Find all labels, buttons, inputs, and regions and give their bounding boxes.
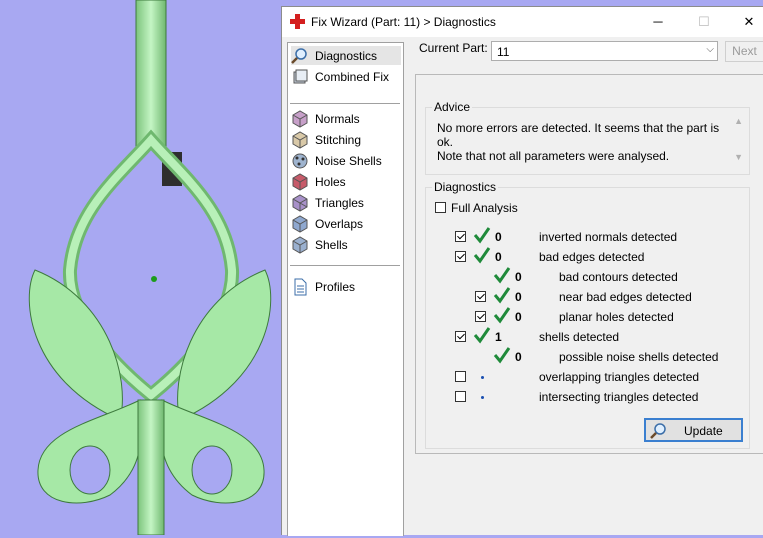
row-count: 0 <box>515 350 522 364</box>
row-checkbox[interactable] <box>455 231 466 242</box>
row-count: 0 <box>515 270 522 284</box>
nav-label: Overlaps <box>315 216 364 231</box>
row-checkbox[interactable] <box>475 311 486 322</box>
nav-divider <box>290 103 400 104</box>
nav-label: Combined Fix <box>315 69 390 84</box>
row-checkbox[interactable] <box>455 371 466 382</box>
row-count: 0 <box>495 230 502 244</box>
nav-label: Triangles <box>315 195 364 210</box>
full-analysis-checkbox[interactable] <box>435 202 446 213</box>
magnifier-icon <box>291 47 307 64</box>
green-check-icon <box>493 287 511 304</box>
nav-item-triangles[interactable]: Triangles <box>291 193 401 212</box>
update-label: Update <box>684 424 723 438</box>
row-checkbox[interactable] <box>455 251 466 262</box>
advice-line: No more errors are detected. It seems th… <box>437 121 720 149</box>
nav-item-profiles[interactable]: Profiles <box>291 277 401 296</box>
scroll-up-icon[interactable]: ▲ <box>734 116 743 126</box>
green-check-icon <box>473 327 491 344</box>
diagnostics-group: Diagnostics Full Analysis 0 inverted nor… <box>425 180 750 449</box>
nav-divider <box>290 265 400 266</box>
row-checkbox[interactable] <box>475 291 486 302</box>
fix-wizard-dialog: Fix Wizard (Part: 11) > Diagnostics ─ ☐ … <box>281 6 763 536</box>
minimize-button[interactable]: ─ <box>643 11 673 33</box>
window-title: Fix Wizard (Part: 11) > Diagnostics <box>311 15 496 29</box>
document-icon <box>294 278 307 295</box>
advice-group: Advice No more errors are detected. It s… <box>425 100 750 175</box>
nav-label: Noise Shells <box>315 153 382 168</box>
wizard-nav-panel: Diagnostics Combined Fix Normals Stitchi… <box>287 42 404 536</box>
row-checkbox[interactable] <box>455 331 466 342</box>
status-dot-icon <box>481 376 484 379</box>
nav-label: Stitching <box>315 132 362 147</box>
row-label: intersecting triangles detected <box>539 390 699 404</box>
overlaps-icon <box>292 214 308 233</box>
chevron-down-icon: ⌵ <box>706 44 714 55</box>
row-count: 0 <box>515 290 522 304</box>
diagnostics-panel: Advice No more errors are detected. It s… <box>415 74 763 454</box>
status-dot-icon <box>481 396 484 399</box>
advice-text: No more errors are detected. It seems th… <box>437 121 727 163</box>
row-label: bad edges detected <box>539 250 645 264</box>
part-model <box>28 0 272 536</box>
row-label: near bad edges detected <box>559 290 692 304</box>
maximize-button[interactable]: ☐ <box>689 11 719 33</box>
advice-line: Note that not all parameters were analys… <box>437 149 670 163</box>
title-bar: Fix Wizard (Part: 11) > Diagnostics ─ ☐ … <box>282 7 763 37</box>
nav-item-noise-shells[interactable]: Noise Shells <box>291 151 401 170</box>
green-check-icon <box>473 227 491 244</box>
row-label: inverted normals detected <box>539 230 678 244</box>
nav-item-holes[interactable]: Holes <box>291 172 401 191</box>
nav-label: Normals <box>315 111 360 126</box>
nav-item-overlaps[interactable]: Overlaps <box>291 214 401 233</box>
triangles-icon <box>292 193 308 212</box>
row-label: overlapping triangles detected <box>539 370 700 384</box>
magnifier-icon <box>650 423 666 439</box>
row-label: shells detected <box>539 330 620 344</box>
row-label: bad contours detected <box>559 270 678 284</box>
green-check-icon <box>473 247 491 264</box>
row-checkbox[interactable] <box>455 391 466 402</box>
current-part-value: 11 <box>497 45 510 59</box>
shells-icon <box>292 235 308 254</box>
scroll-down-icon[interactable]: ▼ <box>734 152 743 162</box>
nav-label: Holes <box>315 174 346 189</box>
red-cross-icon <box>290 14 305 29</box>
row-count: 1 <box>495 330 502 344</box>
green-check-icon <box>493 267 511 284</box>
nav-item-shells[interactable]: Shells <box>291 235 401 254</box>
nav-item-normals[interactable]: Normals <box>291 109 401 128</box>
advice-title: Advice <box>432 100 473 114</box>
row-count: 0 <box>515 310 522 324</box>
diagnostics-title: Diagnostics <box>432 180 499 194</box>
green-check-icon <box>493 307 511 324</box>
nav-label: Shells <box>315 237 348 252</box>
update-button[interactable]: Update <box>644 418 743 442</box>
combined-fix-icon <box>293 69 308 83</box>
nav-label: Profiles <box>315 279 356 294</box>
nav-item-combined-fix[interactable]: Combined Fix <box>291 67 401 86</box>
nav-item-diagnostics[interactable]: Diagnostics <box>291 46 401 65</box>
green-check-icon <box>493 347 511 364</box>
full-analysis-label: Full Analysis <box>451 201 518 215</box>
row-label: planar holes detected <box>559 310 674 324</box>
current-part-select[interactable]: 11 ⌵ <box>491 41 718 61</box>
3d-viewport[interactable] <box>0 0 282 536</box>
next-button[interactable]: Next <box>725 41 763 62</box>
noise-shells-icon <box>292 153 308 168</box>
close-button[interactable]: ✕ <box>734 11 763 33</box>
row-count: 0 <box>495 250 502 264</box>
row-label: possible noise shells detected <box>559 350 719 364</box>
normals-icon <box>292 109 308 128</box>
nav-item-stitching[interactable]: Stitching <box>291 130 401 149</box>
current-part-label: Current Part: <box>419 41 488 55</box>
holes-icon <box>292 172 308 191</box>
stitching-icon <box>292 130 308 149</box>
nav-label: Diagnostics <box>315 48 378 63</box>
